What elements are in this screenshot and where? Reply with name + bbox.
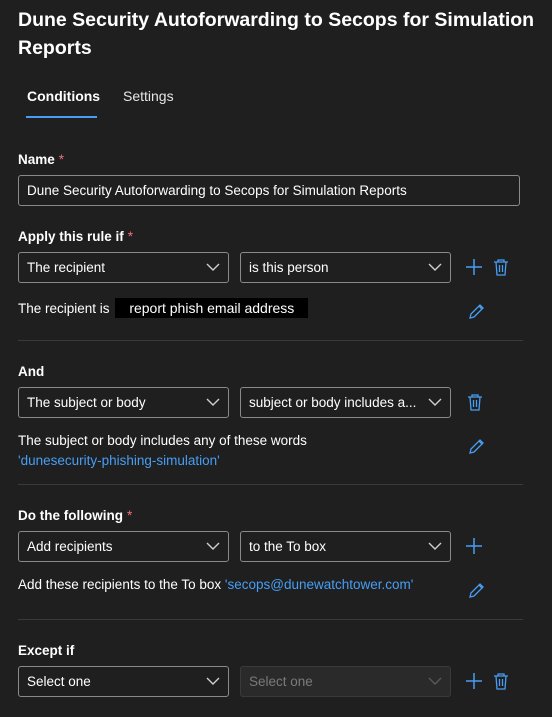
action-value: Add recipients bbox=[27, 539, 113, 554]
add-icon[interactable] bbox=[465, 672, 483, 690]
edit-icon[interactable] bbox=[468, 302, 486, 320]
required-marker: * bbox=[126, 508, 133, 523]
name-label: Name * bbox=[18, 152, 64, 167]
and-description-line1: The subject or body includes any of thes… bbox=[18, 433, 307, 448]
chevron-down-icon bbox=[428, 542, 442, 550]
action-target-value: to the To box bbox=[249, 539, 327, 554]
except-operator-value: Select one bbox=[249, 674, 313, 689]
chevron-down-icon bbox=[206, 263, 220, 271]
required-marker: * bbox=[58, 152, 65, 167]
apply-rule-label-text: Apply this rule if bbox=[18, 229, 124, 244]
recipient-email-link[interactable]: 'secops@dunewatchtower.com' bbox=[225, 577, 413, 592]
chevron-down-icon bbox=[206, 677, 220, 685]
apply-rule-description: The recipient is report phish email addr… bbox=[18, 298, 309, 318]
required-marker: * bbox=[127, 229, 134, 244]
keyword-link[interactable]: 'dunesecurity-phishing-simulation' bbox=[18, 453, 220, 468]
delete-icon[interactable] bbox=[492, 672, 510, 690]
except-operator-dropdown: Select one bbox=[240, 666, 451, 697]
action-target-dropdown[interactable]: to the To box bbox=[240, 531, 451, 562]
rule-name-input[interactable]: Dune Security Autoforwarding to Secops f… bbox=[18, 175, 520, 206]
tab-conditions[interactable]: Conditions bbox=[27, 88, 100, 104]
and-label: And bbox=[18, 364, 45, 379]
chevron-down-icon bbox=[428, 263, 442, 271]
apply-rule-label: Apply this rule if * bbox=[18, 229, 133, 244]
except-condition-value: Select one bbox=[27, 674, 91, 689]
do-following-label: Do the following * bbox=[18, 508, 132, 523]
apply-condition-value: The recipient bbox=[27, 260, 106, 275]
recipient-desc-text: The recipient is bbox=[18, 301, 110, 316]
except-condition-dropdown[interactable]: Select one bbox=[18, 666, 229, 697]
and-operator-value: subject or body includes a... bbox=[249, 395, 417, 410]
page-title: Dune Security Autoforwarding to Secops f… bbox=[18, 9, 535, 59]
chevron-down-icon bbox=[206, 398, 220, 406]
delete-icon[interactable] bbox=[492, 258, 510, 276]
action-dropdown[interactable]: Add recipients bbox=[18, 531, 229, 562]
section-divider bbox=[18, 340, 523, 341]
chevron-down-icon bbox=[428, 398, 442, 406]
and-condition-value: The subject or body bbox=[27, 395, 146, 410]
apply-condition-dropdown[interactable]: The recipient bbox=[18, 252, 229, 283]
edit-icon[interactable] bbox=[468, 437, 486, 455]
chevron-down-icon bbox=[428, 677, 442, 685]
section-divider bbox=[18, 619, 523, 620]
do-following-label-text: Do the following bbox=[18, 508, 123, 523]
apply-operator-dropdown[interactable]: is this person bbox=[240, 252, 451, 283]
recipient-redacted-value: report phish email address bbox=[115, 298, 309, 318]
and-condition-dropdown[interactable]: The subject or body bbox=[18, 387, 229, 418]
add-icon[interactable] bbox=[465, 537, 483, 555]
chevron-down-icon bbox=[206, 542, 220, 550]
name-label-text: Name bbox=[18, 152, 55, 167]
tab-settings[interactable]: Settings bbox=[123, 88, 174, 104]
and-operator-dropdown[interactable]: subject or body includes a... bbox=[240, 387, 451, 418]
section-divider bbox=[18, 484, 523, 485]
edit-icon[interactable] bbox=[468, 581, 486, 599]
action-description: Add these recipients to the To box 'seco… bbox=[18, 577, 413, 592]
action-desc-text: Add these recipients to the To box bbox=[18, 577, 222, 592]
add-icon[interactable] bbox=[465, 258, 483, 276]
delete-icon[interactable] bbox=[466, 393, 484, 411]
apply-operator-value: is this person bbox=[249, 260, 329, 275]
active-tab-indicator bbox=[26, 116, 97, 118]
except-if-label: Except if bbox=[18, 643, 75, 658]
